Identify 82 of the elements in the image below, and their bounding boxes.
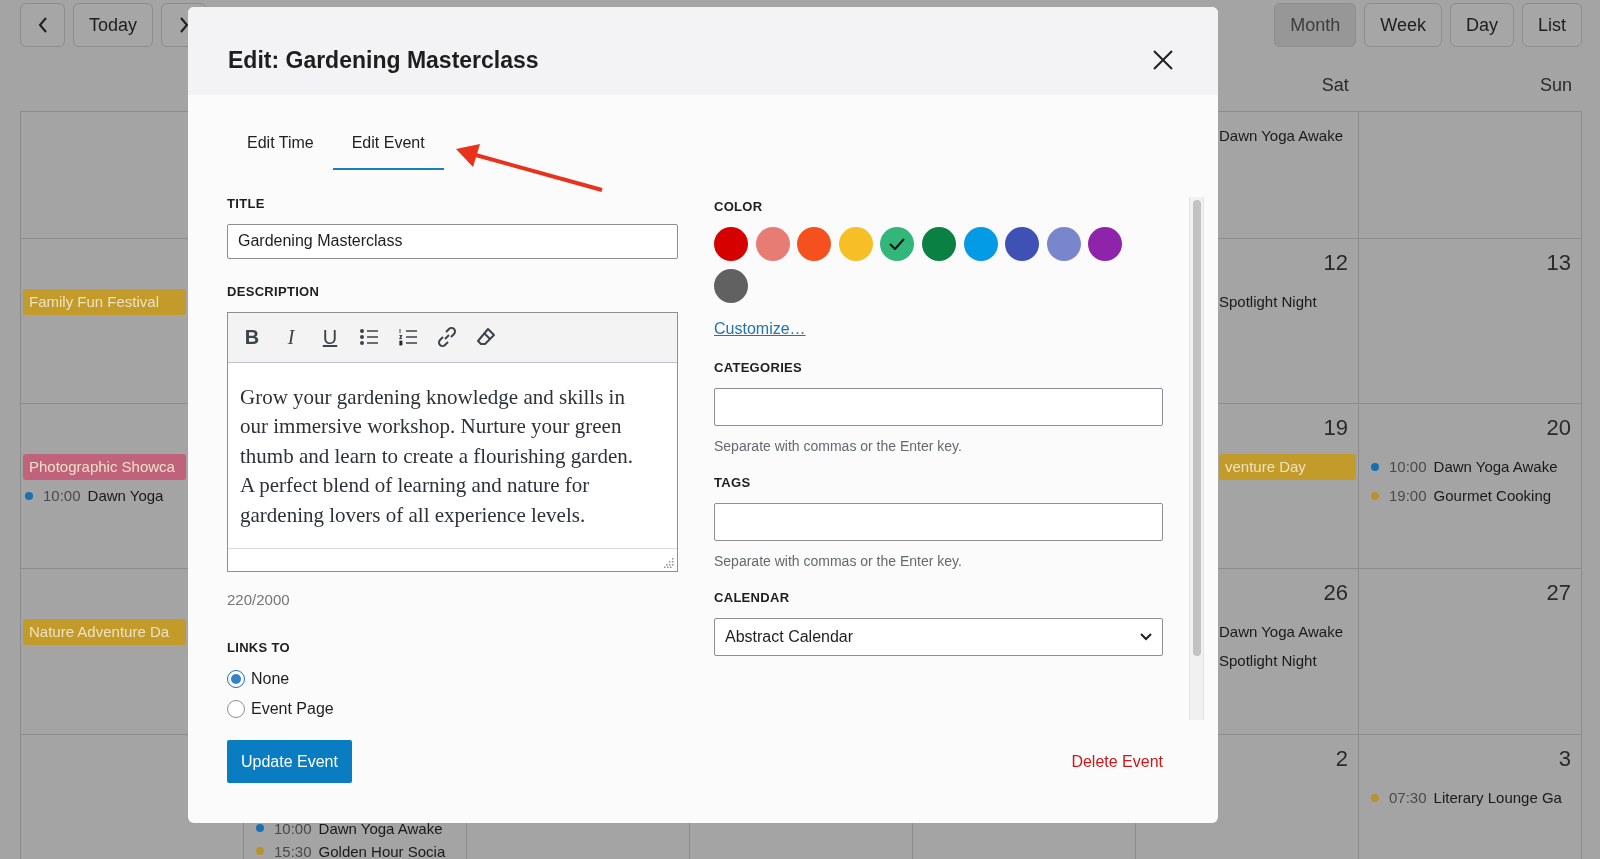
event-time: 10:00 bbox=[274, 819, 312, 837]
day-number: 13 bbox=[1546, 250, 1571, 275]
radio-label: None bbox=[251, 669, 290, 689]
hint-text: Separate with commas or the Enter key. bbox=[714, 437, 963, 456]
day-number: 20 bbox=[1546, 415, 1571, 440]
color-swatch[interactable] bbox=[714, 269, 748, 303]
day-number: 26 bbox=[1323, 580, 1348, 605]
tab[interactable]: Edit Event bbox=[332, 122, 444, 170]
event-title[interactable]: Golden Hour Socia bbox=[318, 842, 446, 859]
color-swatch[interactable] bbox=[714, 227, 748, 261]
event-title[interactable]: Spotlight Night bbox=[1219, 289, 1356, 315]
field-label: CATEGORIES bbox=[714, 361, 803, 375]
calendar-day-cell[interactable]: 13 bbox=[1359, 239, 1582, 404]
field-label: COLOR bbox=[714, 200, 764, 214]
title-field[interactable]: Gardening Masterclass bbox=[227, 224, 678, 259]
event-title[interactable]: Spotlight Night bbox=[1219, 648, 1356, 674]
resize-grip-icon[interactable] bbox=[664, 557, 674, 568]
view-tab[interactable]: Month bbox=[1274, 3, 1357, 47]
calendar-day-cell[interactable] bbox=[1359, 112, 1582, 239]
color-swatch[interactable] bbox=[1088, 227, 1123, 261]
event-title[interactable]: Dawn Yoga Awake bbox=[1433, 455, 1558, 479]
tags-field[interactable] bbox=[714, 503, 1163, 541]
color-swatch[interactable] bbox=[1005, 227, 1040, 261]
field-label: TAGS bbox=[714, 476, 752, 490]
weekday-header: Sat bbox=[1321, 75, 1349, 95]
chevron-right-icon bbox=[178, 17, 189, 33]
field-label: CALENDAR bbox=[714, 591, 791, 605]
hint-text: Separate with commas or the Enter key. bbox=[714, 552, 963, 571]
color-swatch[interactable] bbox=[1046, 227, 1081, 261]
italic-button[interactable]: I bbox=[276, 322, 306, 353]
color-swatch[interactable] bbox=[963, 227, 998, 261]
radio-button[interactable] bbox=[227, 700, 245, 718]
event-title[interactable]: Dawn Yoga Awake bbox=[1219, 123, 1356, 149]
previous-button[interactable] bbox=[20, 3, 65, 47]
event-title[interactable]: Dawn Yoga Awake bbox=[318, 819, 443, 837]
dialog-title: Edit: Gardening Masterclass bbox=[228, 45, 539, 75]
calendar-day-cell[interactable]: 3 07:30 Literary Lounge Ga bbox=[1359, 735, 1582, 859]
color-swatch[interactable] bbox=[797, 227, 832, 261]
radio-label: Event Page bbox=[251, 699, 334, 719]
day-number: 3 bbox=[1558, 746, 1571, 771]
rich-text-editor[interactable] bbox=[227, 312, 678, 572]
chevron-down-icon bbox=[1140, 633, 1152, 641]
numbered-list-icon bbox=[398, 328, 418, 347]
event-title[interactable]: Literary Lounge Ga bbox=[1433, 786, 1562, 810]
event-title[interactable]: Dawn Yoga bbox=[87, 484, 164, 508]
event-time: 19:00 bbox=[1389, 485, 1427, 506]
tab[interactable]: Edit Time bbox=[228, 122, 333, 170]
eraser-icon bbox=[476, 327, 496, 348]
event-time: 10:00 bbox=[43, 485, 81, 506]
scrollbar-thumb[interactable] bbox=[1192, 200, 1201, 656]
customize-link[interactable]: Customize… bbox=[714, 317, 806, 341]
field-label: TITLE bbox=[227, 197, 266, 211]
today-button[interactable]: Today bbox=[73, 3, 154, 47]
event-time: 07:30 bbox=[1389, 787, 1427, 808]
view-tab[interactable]: Day bbox=[1449, 3, 1514, 47]
event-title[interactable]: Gourmet Cooking bbox=[1433, 484, 1552, 508]
calendar-day-cell[interactable]: 20 10:00 Dawn Yoga Awake 19:00 Gourmet Cooking bbox=[1359, 404, 1582, 569]
color-swatch[interactable] bbox=[921, 227, 956, 261]
day-number: 2 bbox=[1335, 746, 1348, 771]
update-event-button[interactable]: Update Event bbox=[227, 740, 352, 783]
categories-field[interactable] bbox=[714, 388, 1163, 426]
event-time: 10:00 bbox=[1389, 456, 1427, 477]
color-swatch[interactable] bbox=[755, 227, 790, 261]
weekday-header: Sun bbox=[1539, 75, 1572, 95]
color-swatch[interactable] bbox=[838, 227, 873, 261]
calendar-day-cell[interactable]: 27 bbox=[1359, 569, 1582, 735]
radio-button[interactable] bbox=[227, 670, 245, 688]
day-number: 19 bbox=[1323, 415, 1348, 440]
color-swatch[interactable] bbox=[880, 227, 915, 261]
calendar-select[interactable]: Abstract Calendar bbox=[714, 618, 1163, 656]
event-time: 15:30 bbox=[274, 842, 312, 859]
bullet-list-icon bbox=[359, 328, 379, 347]
view-tab[interactable]: Week bbox=[1364, 3, 1442, 47]
view-tab[interactable]: List bbox=[1522, 3, 1582, 47]
chevron-left-icon bbox=[37, 17, 48, 33]
day-number: 27 bbox=[1546, 580, 1571, 605]
day-number: 12 bbox=[1323, 250, 1348, 275]
link-icon bbox=[436, 326, 458, 349]
checkmark-icon bbox=[889, 238, 906, 250]
underline-button[interactable]: U bbox=[315, 322, 345, 353]
event-title[interactable]: Dawn Yoga Awake bbox=[1219, 619, 1356, 645]
scrollbar-track[interactable] bbox=[1189, 197, 1204, 720]
